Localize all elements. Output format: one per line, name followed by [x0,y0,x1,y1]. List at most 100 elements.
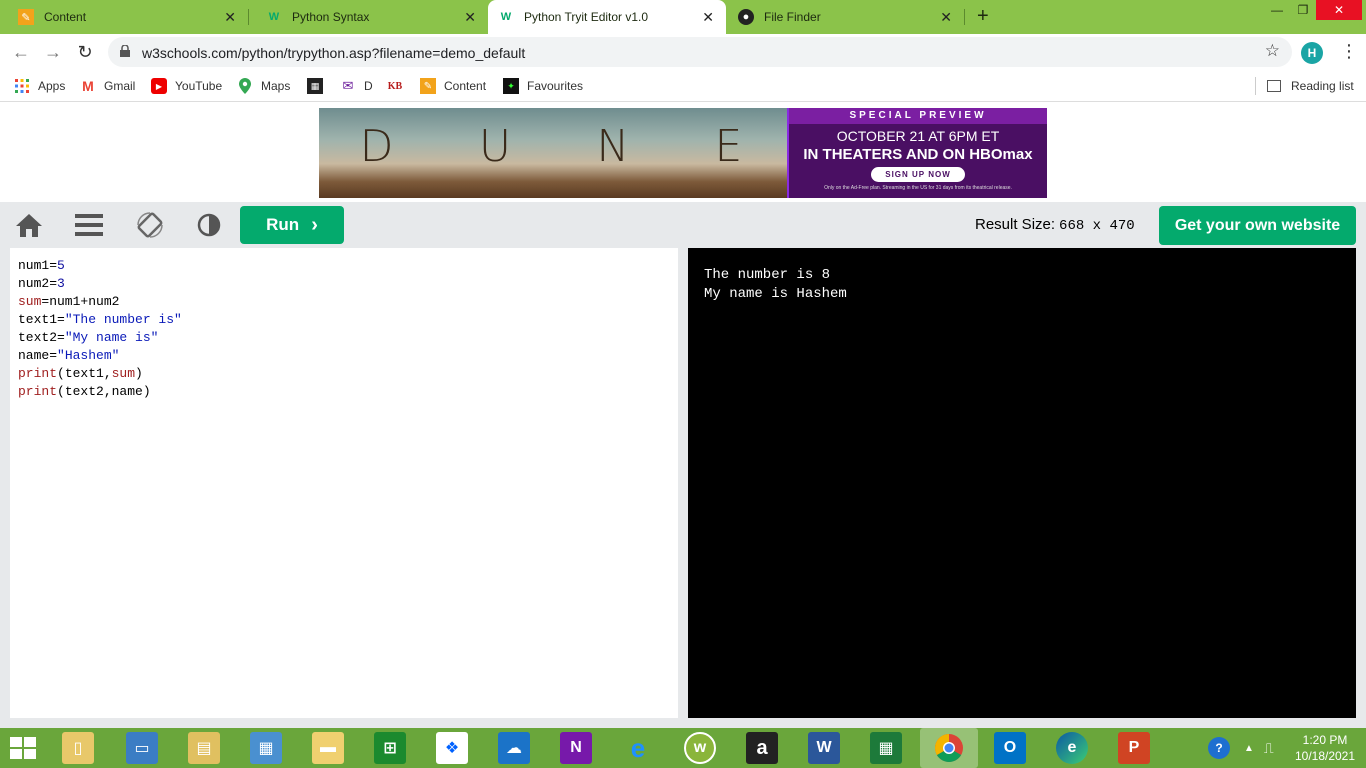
bookmark-film[interactable]: ▦ [307,76,331,96]
bookmark-d[interactable]: ✉ D [340,76,373,96]
webex-icon[interactable]: w [684,732,716,764]
edge-icon[interactable]: e [1056,732,1088,764]
network-icon[interactable]: ⎍ [1264,740,1274,757]
chevron-up-icon[interactable]: ▲ [1244,743,1254,754]
window-close-icon[interactable]: ✕ [1316,0,1362,20]
ad-signup-button[interactable]: SIGN UP NOW [871,167,965,182]
windows-start-icon[interactable] [10,737,38,761]
profile-avatar[interactable]: H [1301,42,1323,64]
bookmark-favourites[interactable]: ✦ Favourites [503,76,583,96]
tab-title: Python Tryit Editor v1.0 [524,10,649,24]
result-size: Result Size: 668 x 470 [975,216,1135,234]
bookmark-label: YouTube [175,79,223,93]
close-icon[interactable]: ✕ [224,9,236,26]
system-clock[interactable]: 1:20 PM 10/18/2021 [1290,732,1360,764]
tab-python-tryit-editor[interactable]: W Python Tryit Editor v1.0 ✕ [488,0,726,34]
ad-title-letter: D [359,120,398,172]
menu-icon[interactable]: ⋮ [1340,41,1358,62]
clock-time: 1:20 PM [1302,733,1348,747]
calculator-icon[interactable]: ▦ [870,732,902,764]
bookmark-apps[interactable]: Apps [14,76,65,96]
output-line: The number is 8 [704,267,831,283]
get-website-button[interactable]: Get your own website [1159,206,1356,245]
dune-ad-banner[interactable]: D U N E SPECIAL PREVIEW OCTOBER 21 AT 6P… [319,108,1047,198]
ad-info-panel: SPECIAL PREVIEW OCTOBER 21 AT 6PM ET IN … [787,108,1047,198]
chrome-icon[interactable] [920,728,978,768]
menu-hamburger-icon[interactable] [75,212,103,238]
github-icon: ● [738,9,754,25]
system-tray: ? ▲ ⎍ [1208,728,1274,768]
restore-icon[interactable]: ❐ [1290,0,1316,20]
back-icon[interactable]: ← [10,41,32,63]
folder-icon[interactable]: ▤ [188,732,220,764]
bookmark-content[interactable]: ✎ Content [420,76,486,96]
lock-icon[interactable] [120,45,130,57]
onenote-icon[interactable]: N [560,732,592,764]
bookmark-star-icon[interactable]: ☆ [1265,41,1280,61]
code-line: num1=5 [18,258,65,273]
bookmark-label: Maps [261,79,291,93]
pencil-icon: ✎ [420,78,436,94]
window-controls: — ❐ ✕ [1264,0,1362,20]
ad-date: OCTOBER 21 AT 6PM ET [836,128,1000,144]
clock-date: 10/18/2021 [1294,749,1356,763]
apps-grid-icon [14,78,30,94]
store-icon[interactable]: ⊞ [374,732,406,764]
dropbox-icon[interactable]: ❖ [436,732,468,764]
bookmark-label: Gmail [104,79,136,93]
chrome-logo [935,734,963,762]
code-line: text2="My name is" [18,330,159,345]
onedrive-icon[interactable]: ☁ [498,732,530,764]
code-line: print(text1,sum) [18,366,143,381]
bookmark-label: D [364,79,373,93]
windows-taskbar: ▯ ▭ ▤ ▦ ▬ ⊞ ❖ ☁ N e w a W ▦ O e P ? ▲ ⎍ … [0,728,1366,768]
reading-list-icon [1267,80,1281,92]
bookmark-kb[interactable]: KB [387,76,411,96]
powerpoint-icon[interactable]: P [1118,732,1150,764]
reading-list-button[interactable]: Reading list [1267,76,1354,96]
run-label: Run [266,215,300,234]
home-icon[interactable] [15,212,43,238]
address-bar[interactable]: w3schools.com/python/trypython.asp?filen… [108,37,1292,67]
tab-separator [964,9,965,25]
bookmark-youtube[interactable]: ▶ YouTube [151,76,222,96]
rotate-orientation-icon[interactable] [136,212,164,238]
code-editor[interactable]: num1=5 num2=3 sum=num1+num2 text1="The n… [10,248,678,718]
documents-folder-icon[interactable]: ▬ [312,732,344,764]
new-tab-button[interactable]: + [977,5,989,28]
internet-explorer-icon[interactable]: e [622,732,654,764]
tab-title: Content [44,10,87,24]
close-icon[interactable]: ✕ [702,9,714,26]
computer-icon[interactable]: ▭ [126,732,158,764]
ad-area: D U N E SPECIAL PREVIEW OCTOBER 21 AT 6P… [0,102,1366,202]
tab-python-syntax[interactable]: W Python Syntax ✕ [248,0,488,34]
result-size-value: 668 x 470 [1059,218,1135,234]
amazon-icon[interactable]: a [746,732,778,764]
divider [1255,77,1256,95]
close-icon[interactable]: ✕ [464,9,476,26]
ad-title-letter: E [714,120,747,172]
tab-content[interactable]: ✎ Content ✕ [0,0,249,34]
dark-mode-icon[interactable] [195,212,223,238]
run-button[interactable]: Run › [240,206,344,244]
outlook-icon[interactable]: O [994,732,1026,764]
pencil-icon: ✎ [18,9,34,25]
editor-toolbar: Run › Result Size: 668 x 470 Get your own… [0,202,1366,248]
output-line: My name is Hashem [704,286,847,302]
ad-fine-print: Only on the Ad-Free plan. Streaming in t… [824,185,1012,191]
code-line: name="Hashem" [18,348,120,363]
youtube-icon: ▶ [151,78,167,94]
tab-file-finder[interactable]: ● File Finder ✕ [726,0,965,34]
forward-icon[interactable]: → [42,41,64,63]
file-explorer-icon[interactable]: ▯ [62,732,94,764]
reload-icon[interactable]: ↻ [74,41,96,63]
help-icon[interactable]: ? [1208,737,1230,759]
word-icon[interactable]: W [808,732,840,764]
close-icon[interactable]: ✕ [940,9,952,26]
chevron-right-icon: › [311,213,318,236]
control-panel-icon[interactable]: ▦ [250,732,282,764]
minimize-icon[interactable]: — [1264,0,1290,20]
bookmark-gmail[interactable]: M Gmail [80,76,135,96]
bookmark-maps[interactable]: Maps [237,76,290,96]
result-output: The number is 8 My name is Hashem [688,248,1356,718]
